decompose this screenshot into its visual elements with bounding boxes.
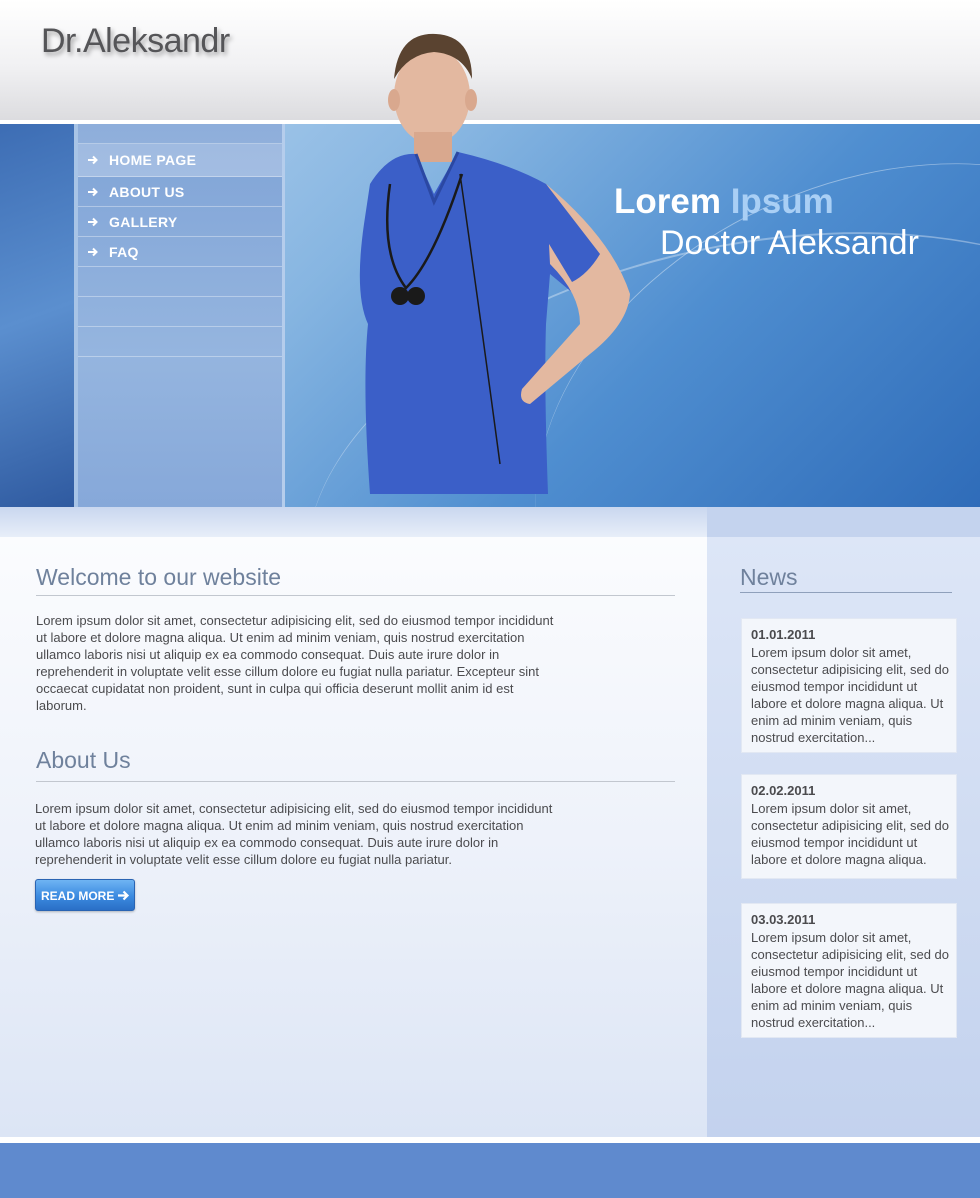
nav-item-faq[interactable]: FAQ	[78, 237, 282, 267]
nav-item-about[interactable]: ABOUT US	[78, 177, 282, 207]
news-item[interactable]: 03.03.2011 Lorem ipsum dolor sit amet, c…	[741, 903, 957, 1038]
news-text: Lorem ipsum dolor sit amet, consectetur …	[751, 801, 950, 867]
arrow-right-icon	[88, 247, 98, 256]
nav-empty-slot	[78, 267, 282, 297]
banner-subtitle: Doctor Aleksandr	[660, 224, 919, 262]
nav-item-label: GALLERY	[109, 213, 178, 230]
nav-top-bar	[78, 124, 282, 144]
nav-divider	[282, 124, 285, 507]
arrow-right-icon	[88, 155, 98, 165]
nav-item-gallery[interactable]: GALLERY	[78, 207, 282, 237]
doctor-photo	[359, 33, 630, 494]
banner-title-word: Ipsum	[730, 182, 834, 221]
sidebar-strip	[707, 507, 980, 537]
banner-title: Lorem Ipsum	[614, 182, 834, 222]
nav-list: HOME PAGE ABOUT US GALLERY FAQ	[78, 144, 282, 357]
nav-item-home[interactable]: HOME PAGE	[78, 144, 282, 177]
news-text: Lorem ipsum dolor sit amet, consectetur …	[751, 930, 950, 1030]
main-content: Welcome to our website Lorem ipsum dolor…	[0, 537, 707, 1137]
read-more-button[interactable]: READ MORE	[35, 879, 135, 911]
arrow-right-icon	[88, 187, 98, 196]
site-footer	[0, 1143, 980, 1198]
welcome-title: Welcome to our website	[36, 564, 282, 590]
welcome-text: Lorem ipsum dolor sit amet, consectetur …	[36, 613, 554, 713]
site-logo[interactable]: Dr.Aleksandr	[41, 22, 230, 61]
arrow-right-icon	[118, 890, 130, 901]
news-divider	[740, 592, 952, 593]
arrow-right-icon	[88, 217, 98, 226]
nav-item-label: ABOUT US	[109, 183, 185, 200]
news-date: 02.02.2011	[751, 783, 816, 798]
nav-item-label: HOME PAGE	[109, 152, 197, 168]
nav-empty-slot	[78, 327, 282, 357]
news-date: 01.01.2011	[751, 627, 816, 642]
read-more-label: READ MORE	[41, 889, 115, 903]
news-item[interactable]: 01.01.2011 Lorem ipsum dolor sit amet, c…	[741, 618, 957, 753]
nav-item-label: FAQ	[109, 243, 139, 260]
nav-empty-slot	[78, 297, 282, 327]
about-text: Lorem ipsum dolor sit amet, consectetur …	[35, 801, 553, 867]
news-text: Lorem ipsum dolor sit amet, consectetur …	[751, 645, 950, 745]
section-divider	[36, 595, 675, 596]
about-title: About Us	[36, 747, 131, 773]
news-item[interactable]: 02.02.2011 Lorem ipsum dolor sit amet, c…	[741, 774, 957, 879]
banner-left-panel	[0, 124, 75, 507]
news-title: News	[740, 564, 798, 590]
content-strip	[0, 507, 707, 537]
news-date: 03.03.2011	[751, 912, 816, 927]
news-sidebar: News 01.01.2011 Lorem ipsum dolor sit am…	[707, 537, 980, 1137]
section-divider	[36, 781, 675, 782]
main-nav: HOME PAGE ABOUT US GALLERY FAQ	[78, 124, 282, 507]
